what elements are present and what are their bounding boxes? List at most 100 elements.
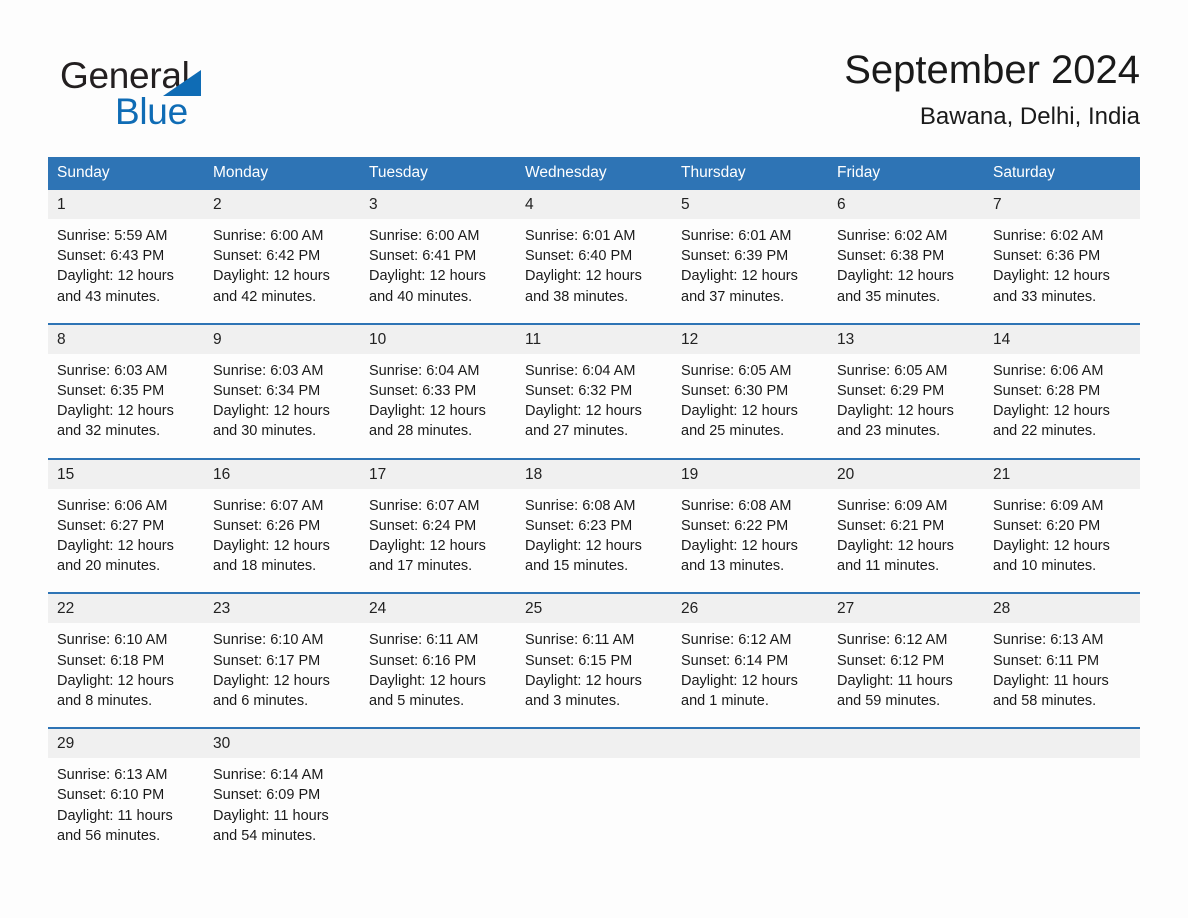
date-cell[interactable]: 27 [828, 592, 984, 624]
day-cell[interactable]: Sunrise: 6:05 AM Sunset: 6:30 PM Dayligh… [672, 353, 828, 459]
date-cell[interactable]: 6 [828, 190, 984, 219]
date-cell[interactable]: 17 [360, 457, 516, 489]
date-cell[interactable]: 13 [828, 322, 984, 354]
date-cell[interactable]: 5 [672, 190, 828, 219]
day-cell[interactable]: Sunrise: 6:00 AM Sunset: 6:42 PM Dayligh… [204, 219, 360, 324]
generalblue-logo[interactable]: General Blue [60, 54, 360, 134]
date-cell[interactable]: 10 [360, 322, 516, 354]
date-cell[interactable]: 23 [204, 592, 360, 624]
date-cell[interactable]: 16 [204, 457, 360, 489]
date-cell[interactable]: 22 [48, 592, 204, 624]
date-cell[interactable]: 30 [204, 727, 360, 759]
daylight-text-line2: and 1 minute. [681, 693, 769, 710]
date-cell[interactable]: 28 [984, 592, 1140, 624]
daylight-text-line1: Daylight: 12 hours [837, 538, 954, 555]
day-cell[interactable]: Sunrise: 6:12 AM Sunset: 6:14 PM Dayligh… [672, 623, 828, 729]
title-block: September 2024 Bawana, Delhi, India [844, 44, 1140, 134]
day-cell[interactable]: Sunrise: 5:59 AM Sunset: 6:43 PM Dayligh… [48, 219, 204, 324]
day-cell[interactable]: Sunrise: 6:08 AM Sunset: 6:23 PM Dayligh… [516, 488, 672, 594]
day-cell[interactable]: Sunrise: 6:01 AM Sunset: 6:40 PM Dayligh… [516, 219, 672, 324]
date-cell[interactable]: 19 [672, 457, 828, 489]
day-cell[interactable]: Sunrise: 6:02 AM Sunset: 6:38 PM Dayligh… [828, 219, 984, 324]
date-cell[interactable]: 8 [48, 322, 204, 354]
date-cell[interactable]: 9 [204, 322, 360, 354]
date-cell[interactable]: 11 [516, 322, 672, 354]
day-cell[interactable]: Sunrise: 6:11 AM Sunset: 6:15 PM Dayligh… [516, 623, 672, 729]
day-cell[interactable]: Sunrise: 6:01 AM Sunset: 6:39 PM Dayligh… [672, 219, 828, 324]
day-cell[interactable]: Sunrise: 6:07 AM Sunset: 6:24 PM Dayligh… [360, 488, 516, 594]
day-cell[interactable]: Sunrise: 6:02 AM Sunset: 6:36 PM Dayligh… [984, 219, 1140, 324]
sunset-text: Sunset: 6:11 PM [993, 652, 1100, 669]
day-cell[interactable]: Sunrise: 6:09 AM Sunset: 6:20 PM Dayligh… [984, 488, 1140, 594]
daylight-text-line1: Daylight: 12 hours [369, 672, 486, 689]
date-cell[interactable]: 7 [984, 190, 1140, 219]
date-cell[interactable]: 25 [516, 592, 672, 624]
sunset-text: Sunset: 6:27 PM [57, 517, 165, 534]
date-cell[interactable]: 29 [48, 727, 204, 759]
sunset-text: Sunset: 6:16 PM [369, 652, 477, 669]
daylight-text-line2: and 33 minutes. [993, 288, 1097, 305]
day-cell[interactable]: Sunrise: 6:08 AM Sunset: 6:22 PM Dayligh… [672, 488, 828, 594]
sunrise-text: Sunrise: 6:10 AM [57, 632, 168, 649]
date-cell[interactable]: 12 [672, 322, 828, 354]
sunrise-text: Sunrise: 6:02 AM [837, 228, 948, 244]
sunrise-text: Sunrise: 6:14 AM [213, 767, 324, 784]
date-cell[interactable]: 18 [516, 457, 672, 489]
day-cell[interactable]: Sunrise: 6:04 AM Sunset: 6:32 PM Dayligh… [516, 353, 672, 459]
sunrise-text: Sunrise: 6:00 AM [369, 228, 480, 244]
daylight-text-line1: Daylight: 12 hours [369, 403, 486, 420]
sunset-text: Sunset: 6:43 PM [57, 248, 165, 265]
day-cell[interactable]: Sunrise: 6:00 AM Sunset: 6:41 PM Dayligh… [360, 219, 516, 324]
calendar-page: General Blue September 2024 Bawana, Delh… [0, 0, 1188, 918]
sunrise-text: Sunrise: 6:04 AM [525, 362, 636, 379]
date-cell[interactable]: 3 [360, 190, 516, 219]
sunset-text: Sunset: 6:10 PM [57, 787, 165, 804]
day-number: 6 [837, 196, 846, 213]
day-number: 19 [681, 465, 699, 483]
day-cell[interactable]: Sunrise: 6:05 AM Sunset: 6:29 PM Dayligh… [828, 353, 984, 459]
date-cell[interactable]: 2 [204, 190, 360, 219]
sunset-text: Sunset: 6:20 PM [993, 517, 1101, 534]
day-number: 14 [993, 330, 1011, 348]
day-cell[interactable]: Sunrise: 6:13 AM Sunset: 6:10 PM Dayligh… [48, 758, 204, 863]
day-number: 11 [525, 330, 542, 348]
date-cell[interactable]: 15 [48, 457, 204, 489]
sunrise-text: Sunrise: 6:08 AM [681, 497, 792, 514]
day-cell[interactable]: Sunrise: 6:03 AM Sunset: 6:35 PM Dayligh… [48, 353, 204, 459]
date-cell[interactable]: 24 [360, 592, 516, 624]
date-cell[interactable]: 21 [984, 457, 1140, 489]
day-cell[interactable]: Sunrise: 6:07 AM Sunset: 6:26 PM Dayligh… [204, 488, 360, 594]
day-cell[interactable]: Sunrise: 6:10 AM Sunset: 6:18 PM Dayligh… [48, 623, 204, 729]
daylight-text-line2: and 58 minutes. [993, 693, 1097, 710]
date-cell[interactable]: 1 [48, 190, 204, 219]
date-cell[interactable]: 20 [828, 457, 984, 489]
daylight-text-line1: Daylight: 12 hours [525, 403, 642, 420]
daylight-text-line2: and 6 minutes. [213, 693, 309, 710]
date-cell-empty [516, 727, 672, 759]
day-cell[interactable]: Sunrise: 6:06 AM Sunset: 6:27 PM Dayligh… [48, 488, 204, 594]
day-cell[interactable]: Sunrise: 6:10 AM Sunset: 6:17 PM Dayligh… [204, 623, 360, 729]
day-cell[interactable]: Sunrise: 6:04 AM Sunset: 6:33 PM Dayligh… [360, 353, 516, 459]
calendar-body: 1 2 3 4 5 6 7 Sunrise: 5:59 AM Sunset: 6… [48, 190, 1140, 863]
date-cell-empty [360, 727, 516, 759]
day-cell[interactable]: Sunrise: 6:06 AM Sunset: 6:28 PM Dayligh… [984, 353, 1140, 459]
daylight-text-line1: Daylight: 12 hours [681, 538, 798, 555]
date-cell[interactable]: 26 [672, 592, 828, 624]
day-cell[interactable]: Sunrise: 6:14 AM Sunset: 6:09 PM Dayligh… [204, 758, 360, 863]
day-cell[interactable]: Sunrise: 6:12 AM Sunset: 6:12 PM Dayligh… [828, 623, 984, 729]
day-cell[interactable]: Sunrise: 6:09 AM Sunset: 6:21 PM Dayligh… [828, 488, 984, 594]
day-cell[interactable]: Sunrise: 6:11 AM Sunset: 6:16 PM Dayligh… [360, 623, 516, 729]
day-number: 1 [57, 196, 66, 213]
day-number: 16 [213, 465, 231, 483]
day-number: 28 [993, 600, 1011, 618]
daylight-text-line1: Daylight: 12 hours [57, 403, 174, 420]
day-cell[interactable]: Sunrise: 6:03 AM Sunset: 6:34 PM Dayligh… [204, 353, 360, 459]
daylight-text-line1: Daylight: 11 hours [213, 807, 329, 824]
week-2-detail-row: Sunrise: 6:03 AM Sunset: 6:35 PM Dayligh… [48, 353, 1140, 459]
date-cell[interactable]: 14 [984, 322, 1140, 354]
daylight-text-line2: and 38 minutes. [525, 288, 629, 305]
day-cell[interactable]: Sunrise: 6:13 AM Sunset: 6:11 PM Dayligh… [984, 623, 1140, 729]
sunrise-text: Sunrise: 6:05 AM [681, 362, 792, 379]
date-cell[interactable]: 4 [516, 190, 672, 219]
sunrise-text: Sunrise: 6:12 AM [837, 632, 948, 649]
